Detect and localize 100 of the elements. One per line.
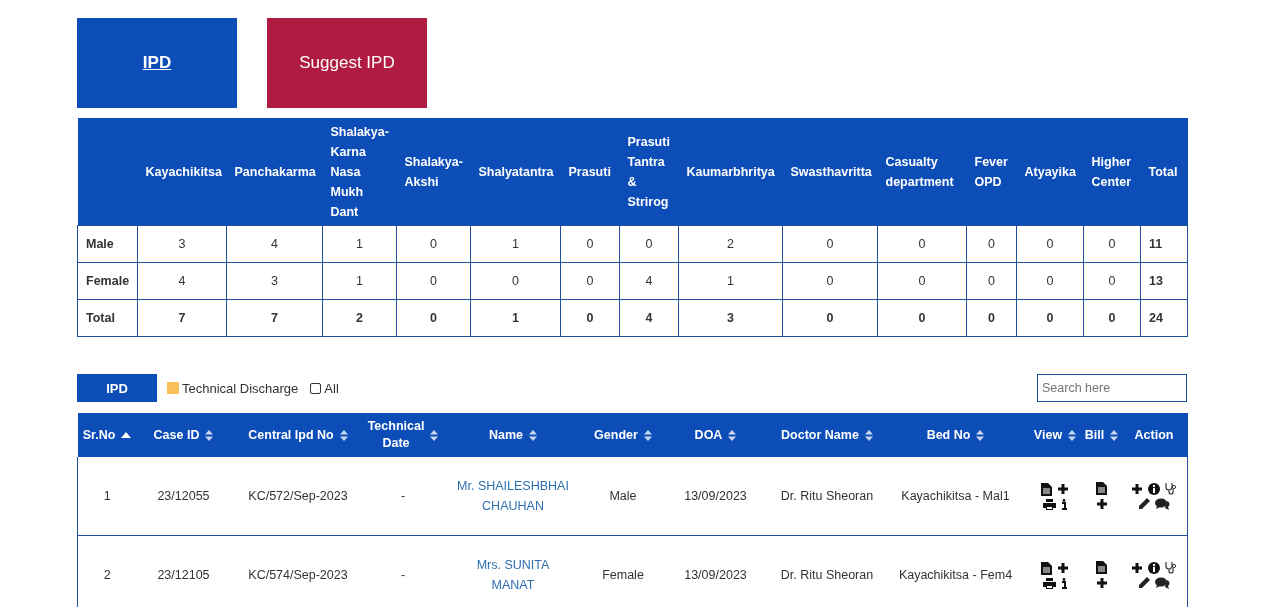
- sort-icon[interactable]: [1068, 429, 1077, 441]
- plus-icon[interactable]: [1130, 561, 1143, 574]
- column-header[interactable]: DOA: [660, 413, 771, 457]
- sort-icon[interactable]: [205, 429, 214, 441]
- table-cell: 0: [782, 225, 878, 263]
- stethoscope-icon[interactable]: [1164, 482, 1177, 495]
- sort-icon[interactable]: [339, 429, 348, 441]
- table-cell: 2: [678, 225, 783, 263]
- sort-icon[interactable]: [643, 429, 652, 441]
- table-cell: 7: [226, 299, 323, 337]
- table-cell: 7: [137, 299, 227, 337]
- plus-icon[interactable]: [1057, 562, 1069, 574]
- document-icon[interactable]: [1096, 482, 1107, 495]
- column-header[interactable]: Sr.No: [77, 413, 137, 457]
- print-icon[interactable]: [1043, 577, 1056, 589]
- table-cell: Kayachikitsa - Fem4: [883, 535, 1028, 607]
- column-header: Shalyatantra: [470, 118, 561, 226]
- tab[interactable]: Suggest IPD: [267, 18, 427, 108]
- table-cell: 0: [619, 225, 679, 263]
- column-header: Shalakya-Akshi: [396, 118, 471, 226]
- info-text-icon[interactable]: [1061, 498, 1067, 510]
- column-header[interactable]: Case ID: [136, 413, 231, 457]
- sort-icon[interactable]: [529, 429, 537, 441]
- row-label: Total: [77, 299, 138, 337]
- pencil-icon[interactable]: [1137, 498, 1150, 510]
- search-field[interactable]: Search here: [1037, 374, 1187, 402]
- info-text-icon[interactable]: [1061, 577, 1067, 589]
- document-icon[interactable]: [1041, 482, 1052, 496]
- pencil-icon[interactable]: [1137, 577, 1150, 589]
- sort-ascending-icon[interactable]: [121, 432, 132, 438]
- sort-icon[interactable]: [728, 429, 737, 441]
- table-cell: -: [365, 457, 441, 536]
- info-icon[interactable]: [1147, 482, 1160, 495]
- column-header[interactable]: Gender: [585, 413, 661, 457]
- column-header[interactable]: Action: [1120, 413, 1188, 457]
- table-cell: 0: [877, 225, 967, 263]
- table-cell: 0: [966, 262, 1017, 300]
- table-cell: 4: [226, 225, 323, 263]
- column-header: Swasthavritta: [782, 118, 878, 226]
- table-cell: KC/572/Sep-2023: [230, 457, 366, 536]
- table-cell: 13/09/2023: [660, 457, 771, 536]
- table-cell: 0: [1083, 299, 1141, 337]
- column-header: Prasuti: [560, 118, 620, 226]
- plus-icon[interactable]: [1057, 483, 1069, 495]
- table-cell: 0: [396, 262, 471, 300]
- document-icon[interactable]: [1096, 561, 1107, 574]
- table-cell: KC/574/Sep-2023: [230, 535, 366, 607]
- info-icon[interactable]: [1147, 561, 1160, 574]
- column-header: Atyayika: [1016, 118, 1084, 226]
- column-header: Shalakya-Karna Nasa Mukh Dant: [322, 118, 397, 226]
- patient-name-link[interactable]: Mr. SHAILESHBHAI CHAUHAN: [455, 476, 571, 516]
- table-cell: 23/12055: [136, 457, 231, 536]
- table-cell: 0: [1016, 262, 1084, 300]
- table-cell: 0: [560, 299, 620, 337]
- table-cell: 4: [619, 299, 679, 337]
- table-cell: Female: [585, 535, 661, 607]
- column-header[interactable]: Central Ipd No: [230, 413, 366, 457]
- table-cell: Male: [585, 457, 661, 536]
- table-cell: 1: [678, 262, 783, 300]
- table-cell: 0: [396, 225, 471, 263]
- column-header[interactable]: View: [1027, 413, 1083, 457]
- table-cell: 0: [877, 262, 967, 300]
- table-cell: 13/09/2023: [660, 535, 771, 607]
- column-header[interactable]: Name: [440, 413, 586, 457]
- table-cell: 0: [470, 262, 561, 300]
- row-label: Female: [77, 262, 138, 300]
- tab[interactable]: IPD: [77, 18, 237, 108]
- table-cell: 0: [560, 262, 620, 300]
- plus-icon[interactable]: [1095, 577, 1108, 589]
- sort-icon[interactable]: [864, 429, 873, 441]
- column-header: Fever OPD: [966, 118, 1017, 226]
- column-header[interactable]: Technical Date: [365, 413, 441, 457]
- ipd-button[interactable]: IPD: [77, 374, 157, 402]
- comments-icon[interactable]: [1154, 577, 1170, 589]
- column-header[interactable]: Doctor Name: [770, 413, 884, 457]
- checkbox-label[interactable]: All: [324, 380, 339, 396]
- plus-icon[interactable]: [1095, 498, 1108, 510]
- checkbox[interactable]: [310, 382, 322, 394]
- column-header[interactable]: Bill: [1082, 413, 1121, 457]
- comments-icon[interactable]: [1154, 498, 1170, 510]
- print-icon[interactable]: [1043, 498, 1056, 510]
- document-icon[interactable]: [1041, 561, 1052, 575]
- column-header: Kaumarbhritya: [678, 118, 783, 226]
- column-header: Prasuti Tantra & Strirog: [619, 118, 679, 226]
- table-cell: 4: [619, 262, 679, 300]
- table-cell: 2: [322, 299, 397, 337]
- table-cell: 23/12105: [136, 535, 231, 607]
- table-cell: 0: [966, 299, 1017, 337]
- column-header[interactable]: Bed No: [883, 413, 1028, 457]
- stethoscope-icon[interactable]: [1164, 561, 1177, 574]
- patient-name-link[interactable]: Mrs. SUNITA MANAT: [455, 555, 571, 595]
- sort-icon[interactable]: [976, 429, 985, 441]
- column-header: Kayachikitsa: [137, 118, 227, 226]
- table-cell: 3: [226, 262, 323, 300]
- plus-icon[interactable]: [1130, 482, 1143, 495]
- table-cell: 1: [77, 457, 137, 536]
- column-header: Higher Center: [1083, 118, 1141, 226]
- table-cell: 0: [782, 262, 878, 300]
- table-cell: 3: [137, 225, 227, 263]
- table-cell: Kayachikitsa - Mal1: [883, 457, 1028, 536]
